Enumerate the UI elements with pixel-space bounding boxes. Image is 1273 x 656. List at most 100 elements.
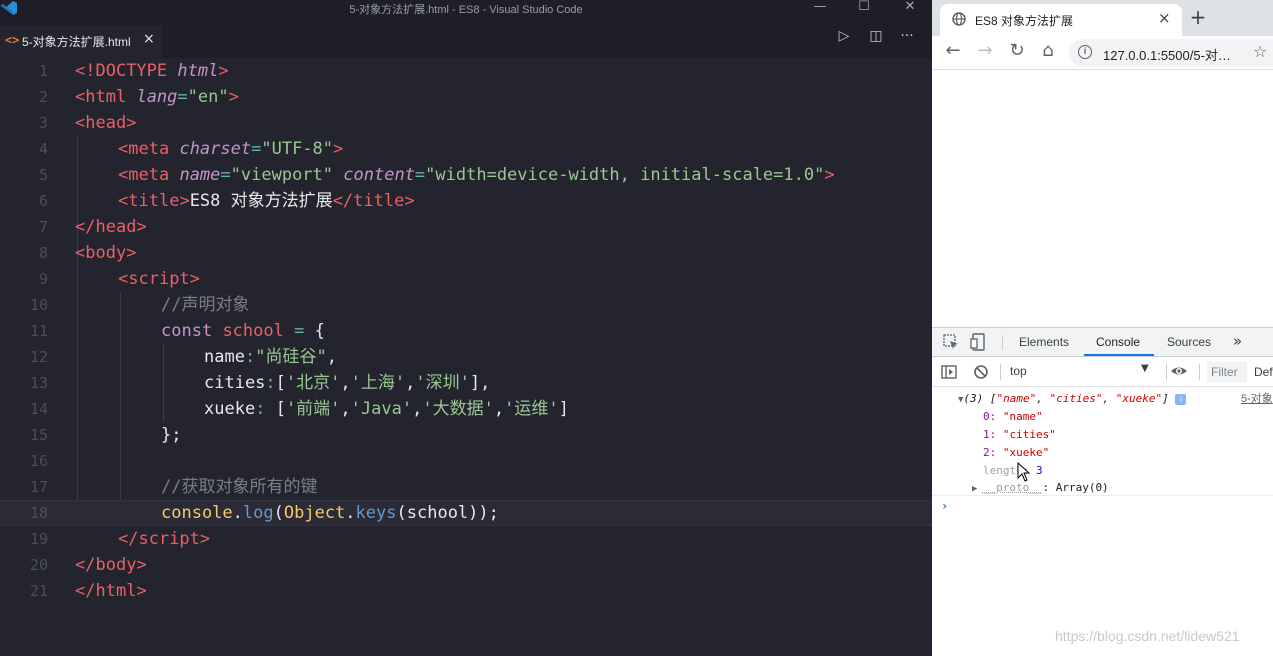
back-icon[interactable]: ← [942,40,964,61]
line-number: 7 [38,218,48,236]
tab-console[interactable]: Console [1096,335,1140,349]
code-line: 11 const school = { [0,318,932,344]
context-value: top [1010,364,1027,378]
code-line: 2 <html lang="en"> [0,84,932,110]
code-line: 1 <!DOCTYPE html> [0,58,932,84]
minimize-button[interactable]: — [807,0,833,14]
line-number: 8 [38,244,48,262]
inspect-element-icon[interactable] [942,333,960,351]
device-toolbar-icon[interactable] [970,333,988,351]
home-icon[interactable]: ⌂ [1037,40,1059,61]
browser-tab[interactable]: ES8 对象方法扩展 × [940,4,1182,36]
line-number: 19 [29,530,48,548]
array-entry: 1: "cities" [983,428,1056,441]
code-line: 21 </html> [0,578,932,604]
globe-icon [952,12,966,26]
mouse-cursor-icon [1017,462,1031,482]
line-number: 1 [38,62,48,80]
tab-elements[interactable]: Elements [1019,335,1069,349]
line-number: 14 [29,400,48,418]
code-line: 15}; [0,422,932,448]
code-editor[interactable]: 1 <!DOCTYPE html> 2 <html lang="en"> 3 <hea… [0,58,932,656]
reload-icon[interactable]: ↻ [1006,40,1028,61]
code-line: 12 name:"尚硅谷", [0,344,932,370]
dropdown-caret-icon: ▼ [1141,363,1149,374]
console-log-summary[interactable]: ▼(3) ["name", "cities", "xueke"] i [958,390,1187,407]
line-number: 21 [29,582,48,600]
divider [1002,335,1003,350]
line-number: 13 [29,374,48,392]
array-entry: 2: "xueke" [983,446,1050,459]
page-viewport [932,70,1273,327]
close-tab-button[interactable]: × [143,31,155,47]
line-number: 2 [38,88,48,106]
active-tab-indicator [1084,354,1154,356]
context-selector[interactable]: top ▼ [1008,362,1166,382]
browser-toolbar: ← → ↻ ⌂ i 127.0.0.1:5500/5-对… ☆ [932,36,1273,70]
devtools-tab-bar: Elements Console Sources » [932,328,1273,357]
line-number: 11 [29,322,48,340]
site-info-icon[interactable]: i [1078,45,1092,59]
editor-tab[interactable]: <> 5-对象方法扩展.html × [0,26,162,58]
live-expression-eye-icon[interactable] [1169,361,1189,381]
info-badge-icon[interactable]: i [1175,393,1187,405]
console-toolbar: top ▼ Filter Def [932,357,1273,387]
close-tab-icon[interactable]: × [1158,9,1171,27]
line-number: 5 [38,166,48,184]
code-line: 8 <body> [0,240,932,266]
vscode-window: 5-对象方法扩展.html - ES8 - Visual Studio Code… [0,0,932,656]
divider [1199,364,1200,380]
html-file-icon: <> [5,33,20,47]
more-tabs-icon[interactable]: » [1233,332,1242,350]
filter-input[interactable]: Filter [1207,362,1247,382]
address-bar[interactable]: i 127.0.0.1:5500/5-对… ☆ [1069,39,1273,67]
line-number: 12 [29,348,48,366]
collapsed-arrow-icon[interactable]: ▶ [972,484,983,494]
line-number: 9 [38,270,48,288]
clear-console-icon[interactable] [972,363,990,381]
source-link[interactable]: 5-对象 [1241,390,1273,406]
code-line: 9 <script> [0,266,932,292]
code-line: 7 </head> [0,214,932,240]
code-line: 20 </body> [0,552,932,578]
console-prompt[interactable]: › [941,499,948,513]
code-comment: //获取对象所有的键 [161,477,318,497]
line-number: 4 [38,140,48,158]
log-levels-dropdown[interactable]: Def [1254,365,1273,379]
code-line: 13 cities:['北京','上海','深圳'], [0,370,932,396]
array-length: length: 3 [983,464,1043,477]
console-output: ▼(3) ["name", "cities", "xueke"] i 5-对象 … [932,387,1273,656]
divider [932,495,1273,496]
array-proto[interactable]: ▶ __proto__: Array(0) [972,479,1109,496]
maximize-button[interactable]: ☐ [851,0,877,14]
filter-placeholder: Filter [1211,365,1238,379]
array-entry: 0: "name" [983,410,1043,423]
line-number: 17 [29,478,48,496]
code-line: 3 <head> [0,110,932,136]
code-line: 19 </script> [0,526,932,552]
tab-sources[interactable]: Sources [1167,335,1211,349]
browser-window: ES8 对象方法扩展 × + ← → ↻ ⌂ i 127.0.0.1:5500/… [932,0,1273,656]
browser-tab-title: ES8 对象方法扩展 [975,14,1074,28]
more-actions-icon[interactable]: ··· [897,28,917,44]
url-text: 127.0.0.1:5500/5-对… [1103,48,1231,63]
code-comment: //声明对象 [161,295,250,315]
line-number: 6 [38,192,48,210]
new-tab-button[interactable]: + [1187,5,1209,29]
code-line: 4 <meta charset="UTF-8"> [0,136,932,162]
editor-tab-bar: <> 5-对象方法扩展.html × ▷ ◫ ··· [0,16,932,58]
close-window-button[interactable]: ✕ [897,0,923,14]
code-line: 16 [0,448,932,474]
browser-tab-strip: ES8 对象方法扩展 × + [932,0,1273,36]
code-line: 6 <title>ES8 对象方法扩展</title> [0,188,932,214]
code-line: 14 xueke: ['前端','Java','大数据','运维'] [0,396,932,422]
split-editor-icon[interactable]: ◫ [866,28,886,44]
bookmark-star-icon[interactable]: ☆ [1253,42,1267,61]
editor-tab-label: 5-对象方法扩展.html [22,35,131,49]
window-title: 5-对象方法扩展.html - ES8 - Visual Studio Code [349,4,583,16]
run-icon[interactable]: ▷ [834,28,854,44]
line-number: 20 [29,556,48,574]
sidebar-toggle-icon[interactable] [940,363,958,381]
forward-icon[interactable]: → [974,40,996,61]
line-number: 18 [29,504,48,522]
